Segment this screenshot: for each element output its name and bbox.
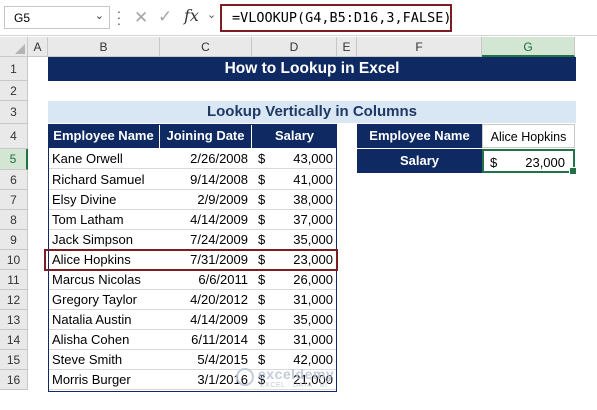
joining-date-cell[interactable]: 6/6/2011 [160,270,252,290]
name-box-value: G5 [14,11,31,25]
row-header-11[interactable]: 11 [0,270,28,290]
watermark-brand: exceldemy [258,366,335,382]
column-header-b[interactable]: B [48,37,160,57]
joining-date-cell[interactable]: 2/9/2009 [160,190,252,210]
column-header-e[interactable]: E [337,37,357,57]
row-header-13[interactable]: 13 [0,310,28,330]
column-header-a[interactable]: A [28,37,48,57]
currency-symbol[interactable]: $ [252,270,272,290]
employee-name-cell[interactable]: Alice Hopkins [48,250,160,270]
row-header-2[interactable]: 2 [0,81,28,101]
row-header-8[interactable]: 8 [0,210,28,230]
currency-symbol[interactable]: $ [252,149,272,169]
row-header-14[interactable]: 14 [0,330,28,350]
currency-symbol[interactable]: $ [252,210,272,230]
header-joining-date: Joining Date [160,124,252,148]
more-options-icon[interactable]: · · · [116,4,122,30]
row-header-15[interactable]: 15 [0,350,28,370]
salary-cell[interactable]: 35,000 [272,230,337,250]
formula-input[interactable]: =VLOOKUP(G4,B5:D16,3,FALSE) [220,4,452,32]
column-header-f[interactable]: F [357,37,482,57]
salary-cell[interactable]: 31,000 [272,290,337,310]
employee-name-cell[interactable]: Richard Samuel [48,170,160,190]
lookup-salary-currency: $ [490,155,498,170]
salary-cell[interactable]: 26,000 [272,270,337,290]
column-header-d[interactable]: D [252,37,337,57]
expand-formula-icon[interactable]: ⌄ [207,8,216,21]
salary-cell[interactable]: 23,000 [272,250,337,270]
row-header-4[interactable]: 4 [0,124,28,149]
joining-date-cell[interactable]: 7/31/2009 [160,250,252,270]
row-header-12[interactable]: 12 [0,290,28,310]
joining-date-cell[interactable]: 7/24/2009 [160,230,252,250]
row-header-6[interactable]: 6 [0,170,28,190]
lookup-salary-label: Salary [357,149,482,173]
joining-date-cell[interactable]: 4/14/2009 [160,210,252,230]
row-header-16[interactable]: 16 [0,370,28,390]
chevron-down-icon[interactable]: ⌄ [95,9,104,22]
cancel-icon[interactable]: ✕ [134,8,148,28]
row-header-9[interactable]: 9 [0,230,28,250]
salary-cell[interactable]: 41,000 [272,170,337,190]
header-employee-name: Employee Name [48,124,160,148]
watermark-tagline: EXCEL · DATA · BI [260,382,328,389]
name-box[interactable]: G5 ⌄ [4,6,110,29]
header-salary: Salary [252,124,337,148]
insert-function-icon[interactable]: fx [184,6,199,25]
joining-date-cell[interactable]: 4/14/2009 [160,310,252,330]
joining-date-cell[interactable]: 4/20/2012 [160,290,252,310]
lookup-name-cell[interactable]: Alice Hopkins [482,124,575,148]
joining-date-cell[interactable]: 6/11/2014 [160,330,252,350]
currency-symbol[interactable]: $ [252,330,272,350]
sheet-title: How to Lookup in Excel [48,57,576,81]
row-header-5[interactable]: 5 [0,149,28,170]
lookup-salary-value: 23,000 [525,155,565,170]
employee-name-cell[interactable]: Gregory Taylor [48,290,160,310]
salary-cell[interactable]: 35,000 [272,310,337,330]
brand-icon [236,368,254,386]
currency-symbol[interactable]: $ [252,310,272,330]
currency-symbol[interactable]: $ [252,190,272,210]
row-header-7[interactable]: 7 [0,190,28,210]
employee-name-cell[interactable]: Elsy Divine [48,190,160,210]
row-header-10[interactable]: 10 [0,250,28,270]
row-header-1[interactable]: 1 [0,57,28,81]
lookup-salary-cell[interactable]: $ 23,000 [482,149,577,175]
employee-name-cell[interactable]: Natalia Austin [48,310,160,330]
employee-name-cell[interactable]: Morris Burger [48,370,160,390]
salary-cell[interactable]: 31,000 [272,330,337,350]
lookup-name-label: Employee Name [357,124,482,148]
joining-date-cell[interactable]: 9/14/2008 [160,170,252,190]
select-all-button[interactable] [0,37,28,57]
row-header-3[interactable]: 3 [0,101,28,124]
formula-bar: G5 ⌄ · · · ✕ ✓ fx ⌄ =VLOOKUP(G4,B5:D16,3,F… [0,0,597,36]
column-header-g[interactable]: G [482,37,575,57]
salary-cell[interactable]: 43,000 [272,149,337,169]
sheet-subtitle: Lookup Vertically in Columns [48,101,576,123]
employee-name-cell[interactable]: Alisha Cohen [48,330,160,350]
joining-date-cell[interactable]: 2/26/2008 [160,149,252,169]
currency-symbol[interactable]: $ [252,250,272,270]
watermark-logo: exceldemy EXCEL · DATA · BI [224,366,374,392]
employee-name-cell[interactable]: Marcus Nicolas [48,270,160,290]
currency-symbol[interactable]: $ [252,230,272,250]
salary-cell[interactable]: 37,000 [272,210,337,230]
currency-symbol[interactable]: $ [252,290,272,310]
row-gridline [48,168,337,169]
employee-name-cell[interactable]: Tom Latham [48,210,160,230]
check-icon[interactable]: ✓ [158,7,172,27]
employee-name-cell[interactable]: Jack Simpson [48,230,160,250]
currency-symbol[interactable]: $ [252,170,272,190]
salary-cell[interactable]: 38,000 [272,190,337,210]
employee-name-cell[interactable]: Kane Orwell [48,149,160,169]
employee-name-cell[interactable]: Steve Smith [48,350,160,370]
column-header-c[interactable]: C [160,37,252,57]
